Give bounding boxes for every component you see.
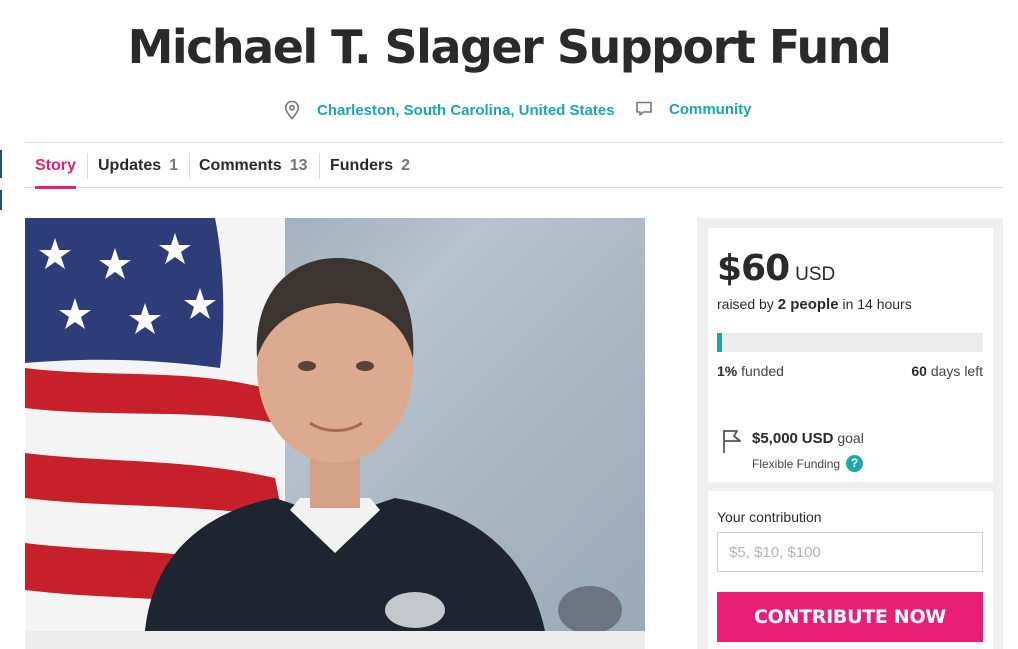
tab-updates-count: 1 <box>169 156 179 174</box>
tab-funders-count: 2 <box>401 156 411 174</box>
campaign-photo <box>25 218 645 631</box>
tab-story[interactable]: Story <box>35 143 76 189</box>
raised-summary: raised by 2 people in 14 hours <box>717 296 912 313</box>
funding-progress-fill <box>717 333 722 352</box>
category-text: Community <box>669 100 752 118</box>
campaign-meta: Charleston, South Carolina, United State… <box>0 100 1018 124</box>
speech-bubble-icon <box>635 100 653 118</box>
percent-funded: 1% funded <box>717 363 784 379</box>
map-pin-icon <box>283 100 301 120</box>
goal-amount: $5,000 USD goal <box>752 430 864 447</box>
tab-divider <box>319 153 320 179</box>
raised-amount: $60 USD <box>717 248 835 289</box>
tab-divider <box>189 153 190 179</box>
tab-funders-label: Funders <box>330 156 394 174</box>
contribution-label: Your contribution <box>717 509 822 525</box>
days-left-value: 60 <box>911 363 927 379</box>
raised-amount-value: $60 <box>717 248 790 289</box>
goal-currency: USD <box>801 430 834 447</box>
category-link[interactable]: Community <box>635 100 752 118</box>
days-left-label: days left <box>930 363 983 379</box>
help-icon[interactable]: ? <box>846 455 864 472</box>
tab-divider <box>87 153 88 179</box>
goal-label: goal <box>837 430 864 446</box>
percent-funded-value: 1% <box>717 363 738 379</box>
tab-funders[interactable]: Funders 2 <box>330 143 410 188</box>
tab-comments[interactable]: Comments 13 <box>199 143 307 188</box>
funder-count: 2 people <box>777 296 839 313</box>
percent-funded-label: funded <box>741 363 784 379</box>
contribution-input[interactable] <box>717 532 983 572</box>
photo-caption-bar <box>25 631 645 649</box>
tab-updates[interactable]: Updates 1 <box>98 143 178 188</box>
tab-story-label: Story <box>35 156 76 174</box>
funding-progress-bar <box>717 333 983 352</box>
raised-suffix: in 14 hours <box>842 296 912 312</box>
raised-amount-currency: USD <box>795 264 836 285</box>
contribute-now-button[interactable]: CONTRIBUTE NOW <box>717 592 983 642</box>
flag-icon <box>721 428 743 459</box>
days-left: 60 days left <box>911 363 983 379</box>
goal-value: $5,000 <box>752 430 798 447</box>
location-text: Charleston, South Carolina, United State… <box>317 101 615 119</box>
funding-type-label: Flexible Funding <box>752 456 841 471</box>
campaign-tabs: Story Updates 1 Comments 13 Funders 2 <box>25 142 1003 189</box>
tab-comments-count: 13 <box>289 156 308 174</box>
campaign-title: Michael T. Slager Support Fund <box>127 20 892 74</box>
funding-type: Flexible Funding ? <box>752 455 864 472</box>
location-link[interactable]: Charleston, South Carolina, United State… <box>283 100 615 120</box>
tab-comments-label: Comments <box>199 156 282 174</box>
tab-updates-label: Updates <box>98 156 162 174</box>
raised-prefix: raised by <box>717 296 774 312</box>
